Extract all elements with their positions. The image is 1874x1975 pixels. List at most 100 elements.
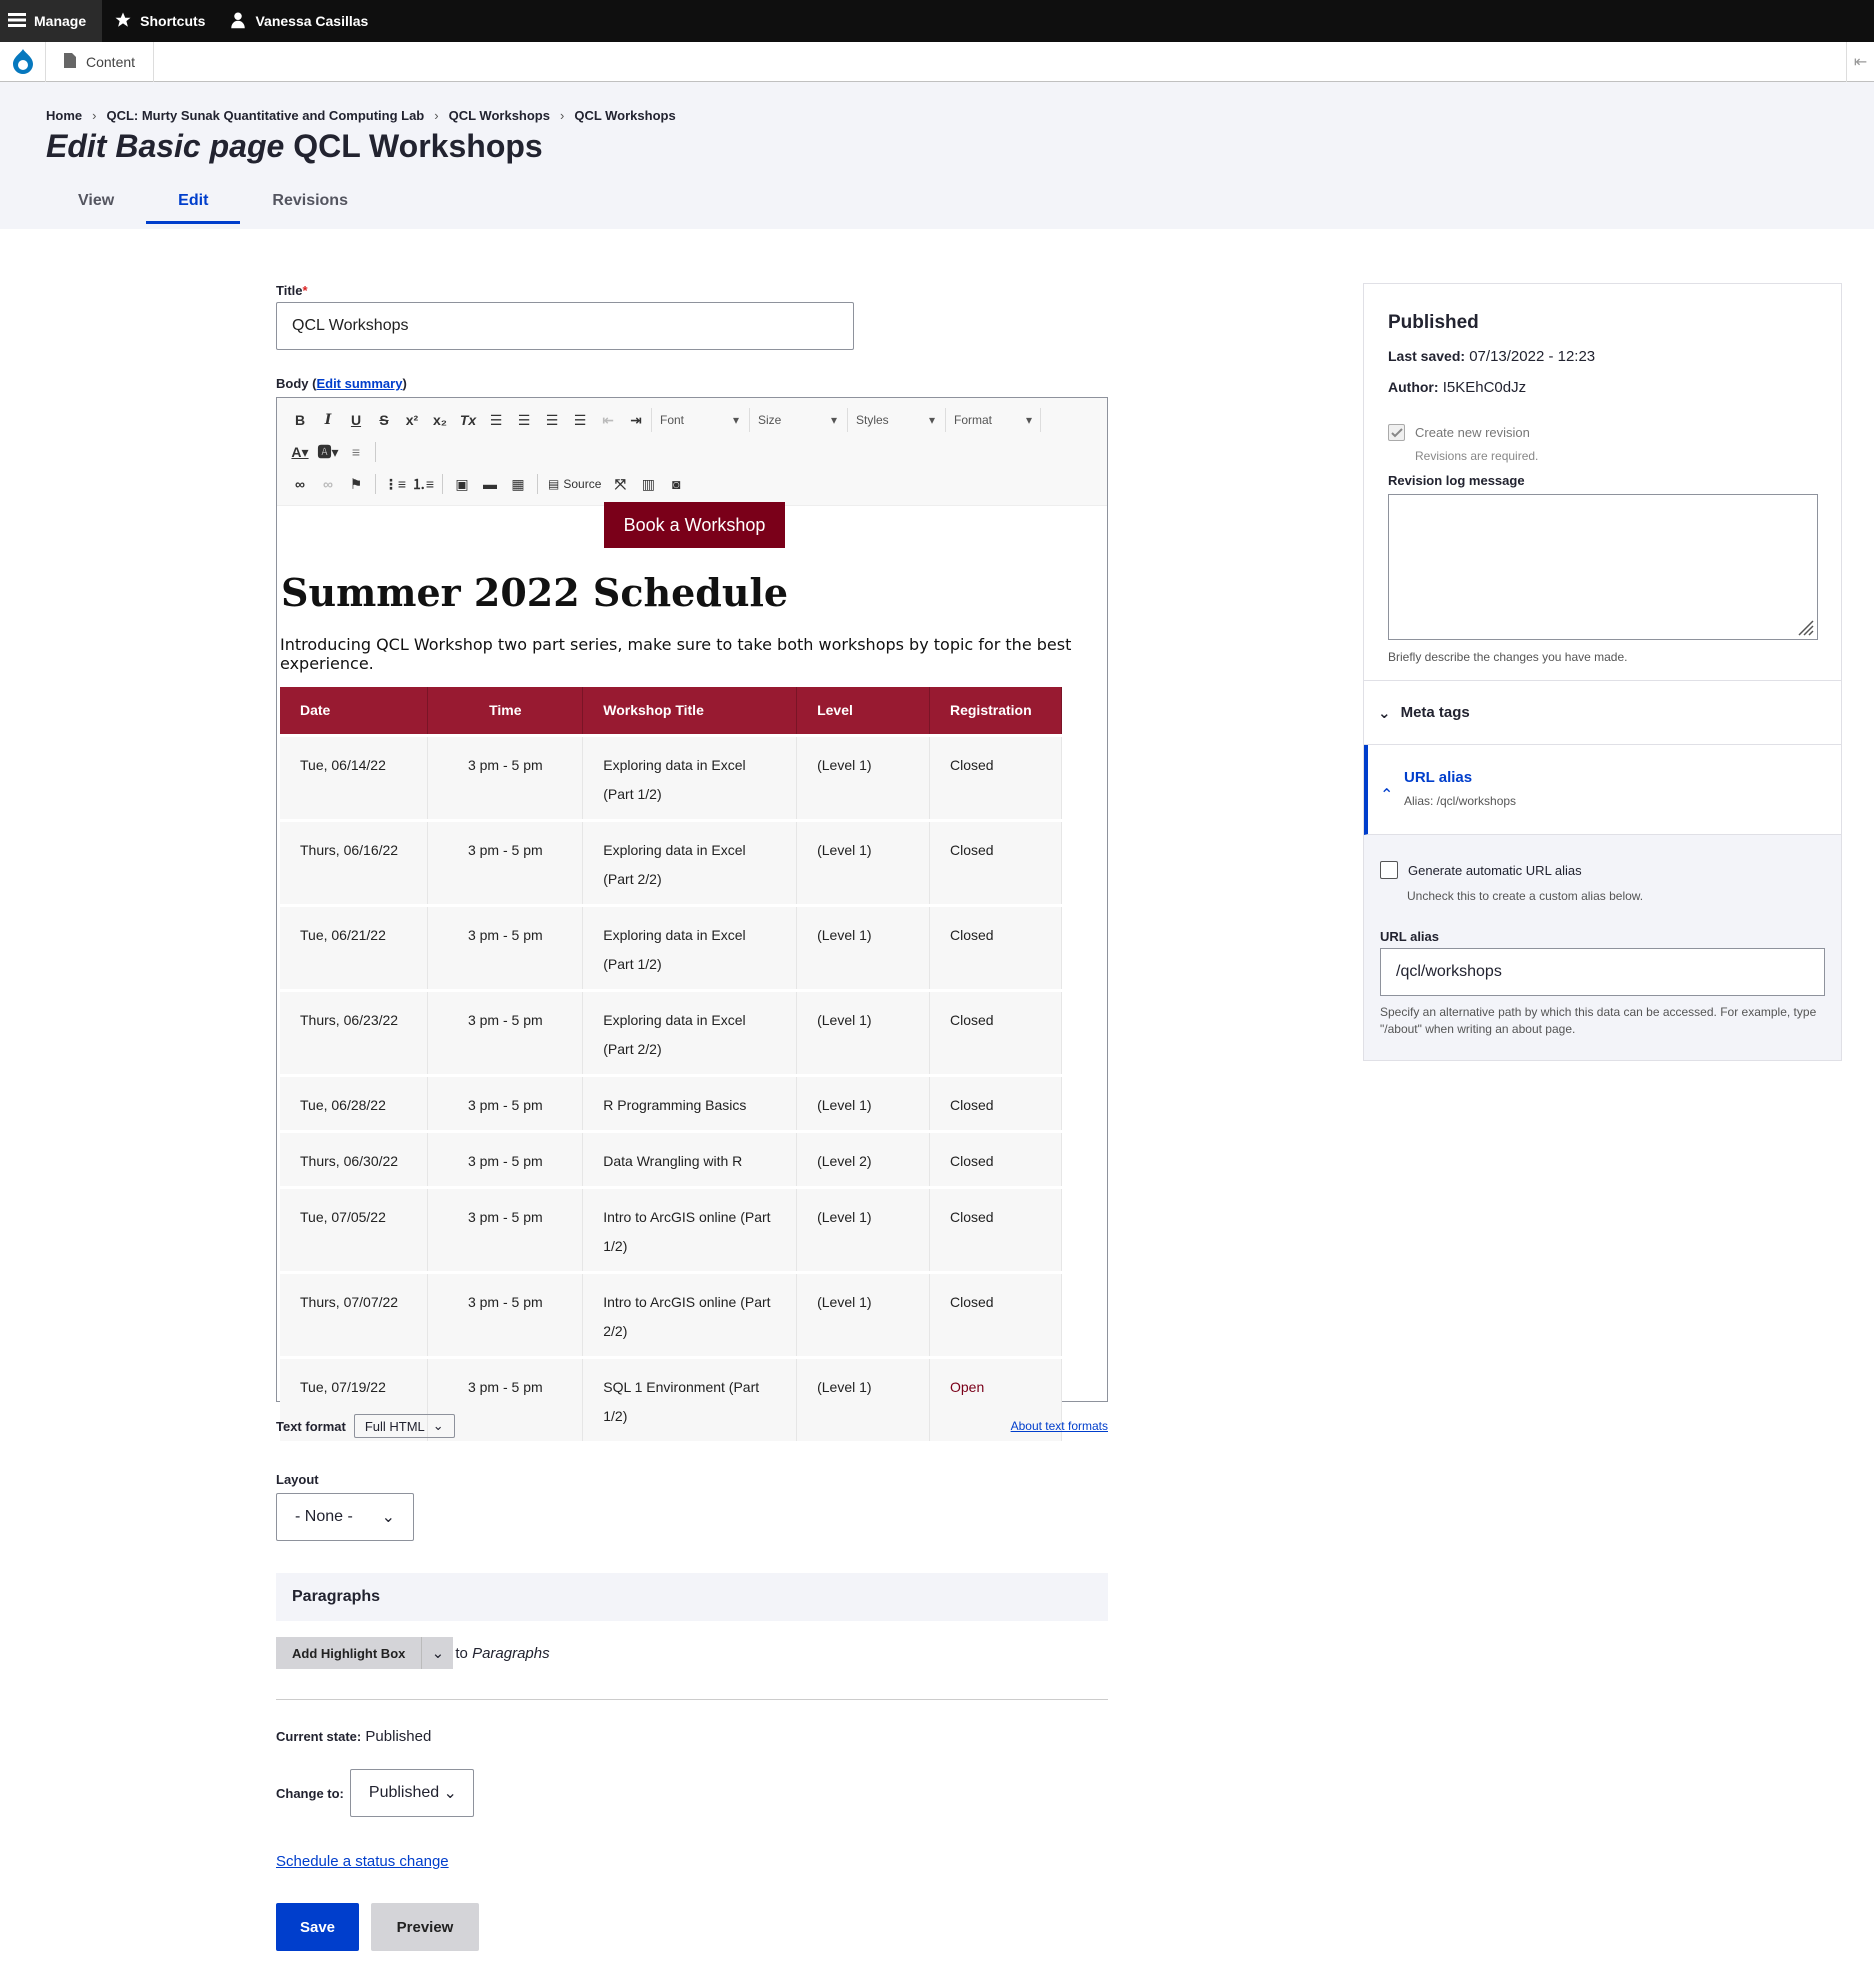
cell-level: (Level 1) (796, 1073, 930, 1131)
indent-icon[interactable]: ⇥ (623, 408, 649, 432)
column-header: Date (280, 687, 429, 735)
about-text-formats-link[interactable]: About text formats (1011, 1419, 1108, 1433)
bold-icon[interactable]: B (287, 408, 313, 432)
show-blocks-icon[interactable]: ▥ (635, 472, 661, 496)
numbered-list-icon[interactable]: ⒈≡ (410, 472, 436, 496)
generate-alias-checkbox[interactable]: Generate automatic URL alias (1380, 861, 1825, 879)
table-icon[interactable]: ▦ (505, 472, 531, 496)
unlink-icon[interactable]: ∞ (315, 472, 341, 496)
about-icon[interactable]: ◙ (663, 472, 689, 496)
cell-level: (Level 1) (796, 1270, 930, 1357)
cell-registration: Closed (929, 818, 1063, 905)
node-edit-form: Title* QCL Workshops Body (Edit summary)… (276, 283, 1108, 1951)
anchor-flag-icon[interactable]: ⚑ (343, 472, 369, 496)
hamburger-icon (8, 12, 26, 31)
image-icon[interactable]: ▣ (449, 472, 475, 496)
chevron-down-icon[interactable]: ⌄ (421, 1637, 454, 1669)
cell-level: (Level 1) (796, 818, 930, 905)
cell-title: Exploring data in Excel (Part 1/2) (582, 903, 798, 990)
remove-format-icon[interactable]: Tx (455, 408, 481, 432)
link-icon[interactable]: ∞ (287, 472, 313, 496)
column-header: Level (796, 687, 930, 735)
font-combo[interactable]: Font ▾ (651, 408, 747, 432)
url-alias-input[interactable]: /qcl/workshops (1380, 948, 1825, 996)
styles-combo[interactable]: Styles ▾ (847, 408, 943, 432)
cell-title: Exploring data in Excel (Part 1/2) (582, 733, 798, 820)
text-color-icon[interactable]: A▾ (287, 440, 313, 464)
breadcrumb-home[interactable]: Home (46, 108, 82, 123)
publish-status: Published (1388, 312, 1479, 333)
tab-edit[interactable]: Edit (146, 182, 241, 224)
underline-icon[interactable]: U (343, 408, 369, 432)
add-paragraph-suffix: to Paragraphs (455, 1644, 550, 1662)
text-format-select[interactable]: Full HTML ⌄ (353, 1414, 455, 1438)
horizontal-rule-icon[interactable]: ≡ (343, 440, 369, 464)
revision-log-textarea[interactable] (1388, 494, 1818, 640)
table-row: Tue, 06/28/22 3 pm - 5 pm R Programming Ba… (280, 1073, 1063, 1131)
subscript-icon[interactable]: x₂ (427, 408, 453, 432)
align-left-icon[interactable]: ☰ (483, 408, 509, 432)
maximize-icon[interactable]: ⤧ (607, 472, 633, 496)
cell-title: R Programming Basics (582, 1073, 798, 1131)
superscript-icon[interactable]: x² (399, 408, 425, 432)
column-header: Time (427, 687, 584, 735)
bulleted-list-icon[interactable]: ⋮≡ (382, 472, 408, 496)
drupal-logo-icon[interactable] (0, 41, 46, 82)
url-alias-toggle[interactable]: ⌃ URL alias Alias: /qcl/workshops (1364, 745, 1841, 835)
meta-sidebar: Published Last saved: 07/13/2022 - 12:23… (1363, 283, 1842, 1061)
breadcrumb-current[interactable]: QCL Workshops (574, 108, 675, 123)
format-combo[interactable]: Format ▾ (945, 408, 1041, 432)
create-revision-checkbox[interactable]: Create new revision (1388, 424, 1817, 441)
title-label: Title* (276, 283, 308, 298)
cell-date: Thurs, 06/30/22 (280, 1129, 429, 1187)
align-center-icon[interactable]: ☰ (511, 408, 537, 432)
text-format-row: Text format Full HTML ⌄ About text format… (276, 1414, 1108, 1438)
background-color-icon[interactable]: 🅰▾ (315, 440, 341, 464)
justify-icon[interactable]: ☰ (567, 408, 593, 432)
shortcuts-label: Shortcuts (140, 13, 206, 29)
title-input[interactable]: QCL Workshops (276, 302, 854, 350)
user-menu-button[interactable]: Vanessa Casillas (217, 0, 380, 42)
align-right-icon[interactable]: ☰ (539, 408, 565, 432)
url-alias-label: URL alias (1380, 929, 1440, 944)
column-header: Registration (929, 687, 1063, 735)
edit-summary-link[interactable]: Edit summary (316, 376, 402, 391)
italic-icon[interactable]: I (315, 408, 341, 432)
size-combo[interactable]: Size ▾ (749, 408, 845, 432)
tab-view[interactable]: View (46, 182, 146, 224)
cell-time: 3 pm - 5 pm (427, 1185, 584, 1272)
cell-level: (Level 1) (796, 903, 930, 990)
collapse-tray-icon[interactable]: ⇤ (1846, 42, 1874, 82)
table-row: Tue, 07/05/22 3 pm - 5 pm Intro to ArcGIS … (280, 1185, 1063, 1272)
tab-revisions[interactable]: Revisions (240, 182, 380, 224)
layout-select[interactable]: - None - ⌄ (276, 1493, 414, 1541)
body-editor[interactable]: B I U S x² x₂ Tx ☰ ☰ ☰ ☰ ⇤ ⇥ Font ▾ Size ▾… (276, 397, 1108, 1441)
text-format-label: Text format (276, 1418, 346, 1434)
meta-tags-toggle[interactable]: ⌄ Meta tags (1364, 681, 1841, 745)
checkbox-icon (1380, 861, 1398, 879)
cell-title: Data Wrangling with R (582, 1129, 798, 1187)
source-button[interactable]: ▤ Source (544, 477, 605, 491)
strikethrough-icon[interactable]: S (371, 408, 397, 432)
cell-time: 3 pm - 5 pm (427, 818, 584, 905)
preview-button[interactable]: Preview (371, 1903, 479, 1951)
source-icon: ▤ (548, 477, 560, 491)
cell-date: Tue, 06/28/22 (280, 1073, 429, 1131)
editor-content[interactable]: Book a Workshop Summer 2022 Schedule Int… (277, 502, 1107, 1441)
schedule-status-link[interactable]: Schedule a status change (276, 1853, 449, 1870)
add-highlight-box-button[interactable]: Add Highlight Box (276, 1637, 422, 1669)
user-icon (229, 11, 247, 32)
breadcrumb-workshops[interactable]: QCL Workshops (449, 108, 550, 123)
shortcuts-menu-button[interactable]: Shortcuts (102, 0, 217, 42)
moderation-state-select[interactable]: Published ⌄ (349, 1769, 474, 1817)
breadcrumb-qcl[interactable]: QCL: Murty Sunak Quantitative and Comput… (106, 108, 424, 123)
book-workshop-button: Book a Workshop (604, 502, 785, 548)
cell-level: (Level 1) (796, 1185, 930, 1272)
toolbar-content-link[interactable]: Content (46, 41, 155, 82)
save-button[interactable]: Save (276, 1903, 359, 1951)
outdent-icon[interactable]: ⇤ (595, 408, 621, 432)
media-icon[interactable]: ▬ (477, 472, 503, 496)
caret-down-icon: ▾ (732, 413, 739, 427)
content-label: Content (86, 53, 136, 70)
manage-menu-button[interactable]: Manage (0, 0, 103, 42)
